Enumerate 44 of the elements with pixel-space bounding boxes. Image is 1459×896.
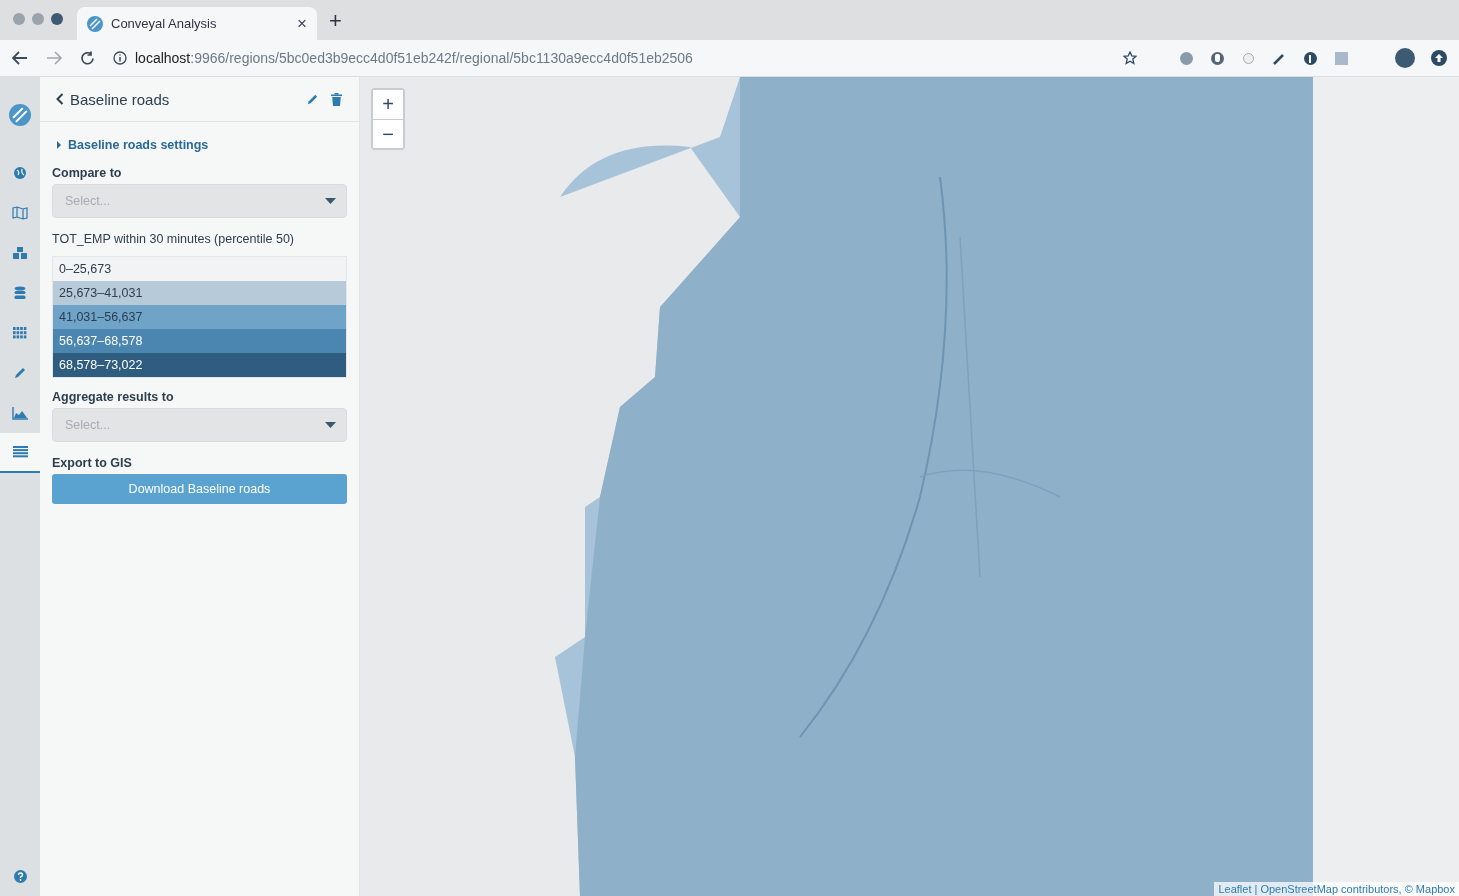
back-arrow-icon[interactable] bbox=[12, 51, 28, 65]
legend-item: 68,578–73,022 bbox=[53, 353, 346, 377]
zoom-out-button[interactable]: − bbox=[373, 119, 403, 148]
list-icon bbox=[12, 446, 28, 458]
globe-icon bbox=[13, 166, 27, 180]
forward-arrow-icon[interactable] bbox=[46, 51, 62, 65]
caret-icon bbox=[325, 422, 336, 428]
circle-icon[interactable] bbox=[1241, 50, 1256, 66]
field-label: Aggregate results to bbox=[52, 390, 175, 404]
logo-icon bbox=[87, 15, 103, 32]
pencil-icon bbox=[13, 366, 27, 380]
cubes-icon bbox=[12, 246, 28, 260]
caret-icon bbox=[325, 198, 336, 204]
grid-icon bbox=[13, 327, 27, 339]
star-icon[interactable] bbox=[1123, 51, 1137, 65]
settings-toggle[interactable]: Baseline roads settings bbox=[52, 134, 347, 156]
pencil-icon bbox=[306, 92, 319, 106]
legend-title: TOT_EMP within 30 minutes (percentile 50) bbox=[52, 232, 295, 246]
browser-tab[interactable]: Conveyal Analysis × bbox=[77, 7, 317, 40]
map-attribution: Leaflet | OpenStreetMap contributors, © Mapbox bbox=[1214, 882, 1459, 896]
field-label: Compare to bbox=[52, 166, 123, 180]
logo-icon[interactable] bbox=[9, 104, 31, 126]
info-icon bbox=[113, 51, 127, 65]
legend-item: 56,637–68,578 bbox=[53, 329, 346, 353]
profile-icon[interactable] bbox=[1395, 48, 1415, 68]
window-control[interactable] bbox=[51, 13, 63, 25]
database-icon bbox=[14, 286, 26, 300]
reload-icon[interactable] bbox=[80, 50, 95, 66]
trash-icon bbox=[331, 92, 342, 106]
new-tab-button[interactable]: + bbox=[329, 8, 342, 34]
chevron-left-icon bbox=[56, 93, 64, 105]
caret-icon bbox=[56, 141, 62, 149]
legend-item: 25,673–41,031 bbox=[53, 281, 346, 305]
close-tab-button[interactable]: × bbox=[297, 13, 307, 34]
nav-item[interactable] bbox=[0, 433, 40, 473]
area-chart-icon bbox=[12, 406, 28, 420]
legend-item: 0–25,673 bbox=[53, 257, 346, 281]
help-icon[interactable] bbox=[13, 869, 27, 883]
back-link[interactable]: Baseline roads bbox=[56, 90, 297, 108]
legend-item: 41,031–56,637 bbox=[53, 305, 346, 329]
delete-button[interactable] bbox=[328, 92, 345, 106]
section-label: Export to GIS bbox=[52, 456, 133, 470]
map-icon bbox=[12, 206, 28, 220]
upload-icon[interactable] bbox=[1431, 50, 1447, 66]
